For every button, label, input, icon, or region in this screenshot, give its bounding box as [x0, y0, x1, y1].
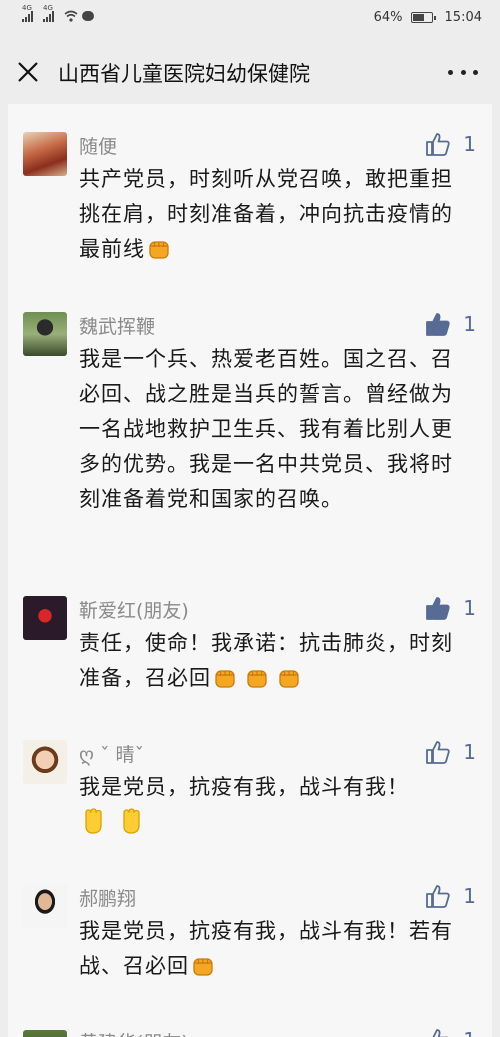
like-button[interactable]: 1 — [425, 132, 476, 156]
comment-text-content: 我是党员，抗疫有我，战斗有我！若有战、召必回 — [79, 919, 453, 978]
page-title: 山西省儿童医院妇幼保健院 — [58, 62, 310, 86]
thumbs-up-filled-icon — [426, 313, 450, 336]
more-dots-icon — [448, 69, 453, 75]
like-button[interactable]: 1 — [425, 1028, 476, 1037]
close-button[interactable] — [12, 56, 44, 88]
status-bar: 4G 4G 64% 15:04 — [0, 0, 500, 38]
like-button[interactable]: 1 — [425, 312, 476, 336]
avatar[interactable] — [23, 884, 67, 928]
like-button[interactable]: 1 — [425, 740, 476, 764]
status-icons-left: 4G 4G — [22, 4, 94, 22]
raised-fist-emoji-icon — [123, 808, 140, 834]
like-count: 1 — [463, 740, 476, 764]
like-button[interactable]: 1 — [425, 884, 476, 908]
signal-icon: 4G — [22, 4, 33, 22]
comment-text: 责任，使命！我承诺：抗击肺炎，时刻准备，召必回 — [79, 626, 474, 696]
like-count: 1 — [463, 1028, 476, 1037]
avatar[interactable] — [23, 596, 67, 640]
fist-emoji-icon — [279, 670, 299, 688]
comment-text: 共产党员，时刻听从党召唤，敢把重担挑在肩，时刻准备着，冲向抗击疫情的最前线 — [79, 162, 474, 267]
avatar[interactable] — [23, 1030, 67, 1037]
fist-emoji-icon — [247, 670, 267, 688]
network-type-label: 4G — [22, 4, 32, 12]
comment-author: ღ ˇ 晴ˇ — [79, 744, 145, 766]
comment-text-content: 我是党员，抗疫有我，战斗有我！ — [79, 775, 409, 799]
thumbs-up-icon — [432, 1029, 449, 1037]
fist-emoji-icon — [149, 241, 169, 259]
title-bar: 山西省儿童医院妇幼保健院 — [0, 38, 500, 104]
message-icon — [82, 11, 94, 21]
comment-text: 我是党员，抗疫有我，战斗有我！ — [79, 770, 474, 840]
like-count: 1 — [463, 884, 476, 908]
comment-author: 黄建华(朋友) — [79, 1028, 189, 1037]
battery-icon — [410, 12, 436, 23]
like-count: 1 — [463, 312, 476, 336]
like-count: 1 — [463, 596, 476, 620]
signal-icon: 4G — [43, 4, 54, 22]
thumbs-up-icon — [426, 741, 450, 764]
like-button[interactable]: 1 — [425, 596, 476, 620]
like-count: 1 — [463, 132, 476, 156]
comment-text-content: 共产党员，时刻听从党召唤，敢把重担挑在肩，时刻准备着，冲向抗击疫情的最前线 — [79, 167, 453, 261]
comment-author: 郝鹏翔 — [79, 888, 137, 910]
raised-fist-emoji-icon — [85, 808, 102, 834]
comment-author: 靳爱红(朋友) — [79, 600, 189, 622]
status-icons-right: 64% 15:04 — [374, 10, 482, 25]
thumbs-up-icon — [426, 133, 450, 156]
comment-text: 我是一个兵、热爱老百姓。国之召、召必回、战之胜是当兵的誓言。曾经做为一名战地救护… — [79, 347, 453, 511]
comment-author: 魏武挥鞭 — [79, 316, 156, 338]
avatar[interactable] — [23, 740, 67, 784]
close-icon — [18, 62, 38, 82]
network-type-label: 4G — [43, 4, 53, 12]
thumbs-up-icon — [426, 885, 450, 908]
more-options-button[interactable] — [448, 62, 478, 82]
thumbs-up-filled-icon — [426, 597, 450, 620]
wifi-icon — [64, 10, 78, 22]
clock: 15:04 — [444, 10, 482, 25]
comment-text: 我是党员，抗疫有我，战斗有我！若有战、召必回 — [79, 914, 474, 984]
fist-emoji-icon — [215, 670, 235, 688]
avatar[interactable] — [23, 312, 67, 356]
battery-percent: 64% — [373, 10, 403, 25]
comment-list: 随便 1 共产党员，时刻听从党召唤，敢把重担挑在肩，时刻准备着，冲向抗击疫情的最… — [8, 104, 492, 1037]
avatar[interactable] — [23, 132, 67, 176]
comment-author: 随便 — [79, 136, 118, 158]
fist-emoji-icon — [193, 958, 213, 976]
